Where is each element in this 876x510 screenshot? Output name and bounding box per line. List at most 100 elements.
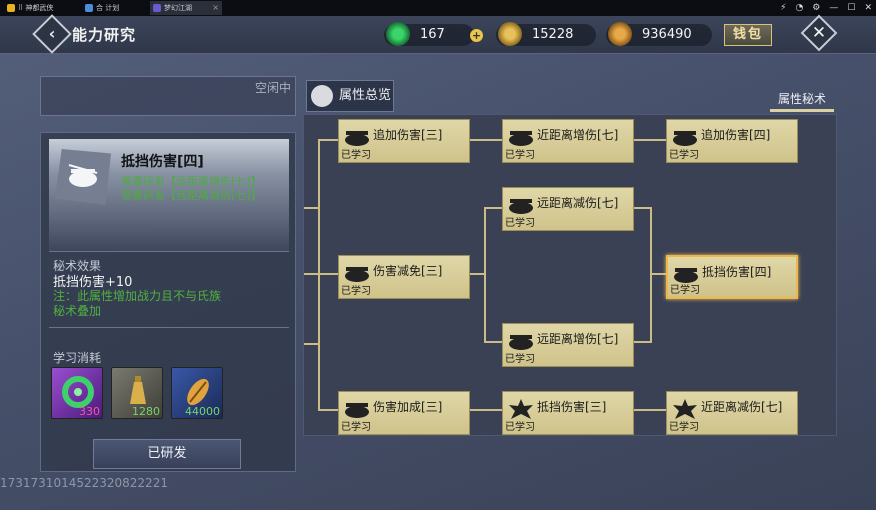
skill-detail-panel: 抵挡伤害[四] 需要研发【远距离增伤[七]】 需要研发【远距离减伤[七]】 秘术… [40, 132, 296, 472]
node-status: 已学习 [669, 150, 699, 161]
connector [304, 273, 318, 275]
cost-item-shell[interactable]: 44000 [171, 367, 223, 419]
cauldron-icon [509, 335, 533, 350]
connector [318, 409, 338, 411]
cost-value: 1280 [132, 405, 160, 418]
skill-card: 抵挡伤害[四] 需要研发【远距离增伤[七]】 需要研发【远距离减伤[七]】 [49, 139, 289, 251]
node-n4[interactable]: 远距离减伤[七] 已学习 [502, 187, 634, 231]
node-label: 追加伤害[四] [701, 128, 771, 142]
divider [49, 251, 289, 252]
page-title: 能力研究 [72, 26, 137, 44]
node-n5[interactable]: 伤害减免[三] 已学习 [338, 255, 470, 299]
app-icon [85, 4, 93, 12]
cost-item-bell[interactable]: 1280 [111, 367, 163, 419]
skill-tree: 追加伤害[三] 已学习 近距离增伤[七] 已学习 追加伤害[四] 已学习 远距离… [303, 114, 837, 436]
node-status: 已学习 [505, 354, 535, 365]
node-n1[interactable]: 追加伤害[三] 已学习 [338, 119, 470, 163]
connector [304, 343, 318, 345]
skill-name: 抵挡伤害[四] [121, 154, 204, 170]
lightning-icon[interactable]: ⚡ [780, 1, 786, 15]
tab-label: 属性总览 [339, 88, 392, 103]
node-n8[interactable]: 伤害加成[三] 已学习 [338, 391, 470, 435]
connector [470, 409, 502, 411]
node-n7[interactable]: 远距离增伤[七] 已学习 [502, 323, 634, 367]
connector [318, 273, 338, 275]
node-n10[interactable]: 近距离减伤[七] 已学习 [666, 391, 798, 435]
cauldron-icon [345, 131, 369, 146]
connector [634, 409, 666, 411]
os-taskbar: ⠿ 神都武侠 合 计划 梦幻江湖 × ⚡ ◔ ⚙ — ☐ ✕ [0, 0, 876, 16]
node-n2[interactable]: 近距离增伤[七] 已学习 [502, 119, 634, 163]
connector [470, 139, 502, 141]
node-n6-selected[interactable]: 抵挡伤害[四] 已学习 [666, 255, 798, 299]
back-arrow-icon: ‹ [48, 24, 56, 43]
node-label: 伤害减免[三] [373, 264, 443, 278]
cauldron-icon [345, 267, 369, 282]
connector [484, 207, 486, 341]
cauldron-icon [509, 131, 533, 146]
taskbar-tab-label: ⠿ 神都武侠 [18, 4, 54, 12]
swirl-icon [311, 85, 333, 107]
timestamp-text: 1731731014522320822221 [0, 476, 168, 490]
node-status: 已学习 [505, 218, 535, 229]
node-status: 已学习 [670, 285, 700, 296]
resource-bell: 15228 [496, 22, 596, 46]
requirement-2: 需要研发【远距离减伤[七]】 [121, 189, 262, 202]
add-jade-button[interactable]: + [470, 29, 483, 42]
gamepad-icon[interactable]: ◔ [795, 1, 803, 15]
app-icon [7, 4, 15, 12]
node-status: 已学习 [505, 150, 535, 161]
minimize-icon[interactable]: — [829, 1, 838, 15]
game-screen: { "taskbar": { "tabs": [ {"label": "⠿ 神都… [0, 0, 876, 510]
connector [634, 139, 666, 141]
node-label: 近距离减伤[七] [701, 400, 783, 414]
learned-button[interactable]: 已研发 [93, 439, 241, 469]
node-n3[interactable]: 追加伤害[四] 已学习 [666, 119, 798, 163]
maximize-icon[interactable]: ☐ [847, 1, 855, 15]
jade-icon [386, 22, 410, 46]
connector [484, 341, 502, 343]
cauldron-icon [345, 403, 369, 418]
connector [318, 139, 338, 141]
taskbar-tab-label: 梦幻江湖 [164, 4, 192, 12]
cost-label: 学习消耗 [53, 351, 102, 365]
bell-icon [498, 22, 522, 46]
tab-attribute-secret[interactable]: 属性秘术 [770, 88, 834, 112]
taskbar-tab-1[interactable]: 合 计划 [82, 1, 146, 15]
node-label: 抵挡伤害[三] [537, 400, 607, 414]
cost-value: 44000 [185, 405, 220, 418]
cauldron-icon [55, 149, 111, 205]
app-icon [153, 4, 161, 12]
connector [484, 207, 502, 209]
resource-value: 167 [420, 27, 445, 42]
settings-icon[interactable]: ⚙ [812, 1, 820, 15]
wallet-button[interactable]: 钱包 [724, 24, 772, 46]
connector [650, 273, 666, 275]
taskbar-tab-2[interactable]: 梦幻江湖 × [150, 1, 222, 15]
node-label: 远距离减伤[七] [537, 196, 619, 210]
node-label: 追加伤害[三] [373, 128, 443, 142]
connector [650, 207, 652, 343]
node-status: 已学习 [341, 286, 371, 297]
close-icon: ✕ [811, 23, 827, 43]
divider [49, 327, 289, 328]
node-n9[interactable]: 抵挡伤害[三] 已学习 [502, 391, 634, 435]
node-status: 已学习 [505, 422, 535, 433]
cauldron-icon [509, 199, 533, 214]
node-label: 近距离增伤[七] [537, 128, 619, 142]
connector [304, 207, 318, 209]
cost-item-jade[interactable]: 330 [51, 367, 103, 419]
node-status: 已学习 [341, 422, 371, 433]
idle-status: 空闲中 [254, 81, 291, 95]
resource-shell: 936490 [606, 22, 712, 46]
maple-icon [673, 399, 697, 419]
tab-attribute-overview[interactable]: 属性总览 [306, 80, 394, 112]
effect-note-2: 秘术叠加 [53, 304, 102, 318]
node-label: 伤害加成[三] [373, 400, 443, 414]
resource-jade: 167 [384, 22, 474, 46]
shell-icon [608, 22, 632, 46]
close-window-icon[interactable]: ✕ [864, 1, 872, 15]
window-controls: ⚡ ◔ ⚙ — ☐ ✕ [780, 1, 872, 15]
node-label: 抵挡伤害[四] [702, 265, 772, 279]
close-tab-icon[interactable]: × [212, 1, 219, 15]
